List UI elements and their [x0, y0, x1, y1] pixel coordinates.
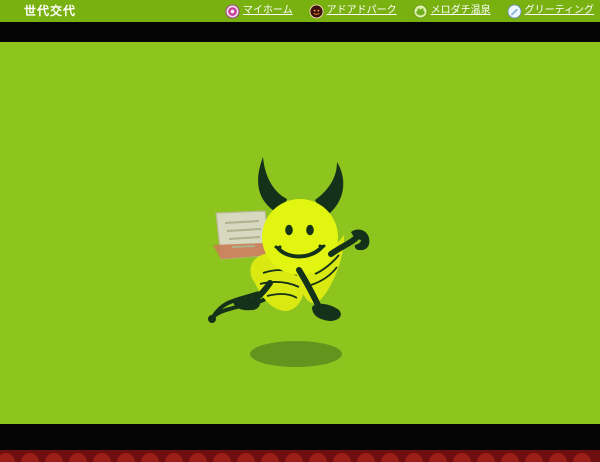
stage-edge-pattern: [0, 450, 600, 462]
page-title: 世代交代: [24, 4, 77, 18]
top-header: 世代交代 マイホーム アドアドパーク メロダチ温泉 グリーティング: [0, 0, 600, 22]
bottom-black-bar: [0, 424, 600, 450]
nav-item-adopark[interactable]: アドアドパーク: [309, 3, 397, 19]
onsen-frog-icon: [413, 3, 428, 19]
nav-label-greeting: グリーティング: [524, 5, 594, 16]
nav-label-merodachi-onsen: メロダチ温泉: [430, 5, 491, 16]
nav-item-my-home[interactable]: マイホーム: [225, 3, 293, 19]
park-face-icon: [309, 3, 324, 19]
home-face-icon: [225, 3, 240, 19]
nav-label-adopark: アドアドパーク: [326, 5, 397, 16]
nav-item-greeting[interactable]: グリーティング: [507, 3, 594, 19]
top-black-bar: [0, 22, 600, 42]
app-window: 世代交代 マイホーム アドアドパーク メロダチ温泉 グリーティング: [0, 0, 600, 462]
top-navigation: マイホーム アドアドパーク メロダチ温泉 グリーティング: [225, 2, 594, 20]
mascot-character: [208, 157, 370, 323]
nav-label-my-home: マイホーム: [242, 5, 293, 16]
mascot-head: [262, 199, 338, 275]
mascot-shadow: [250, 341, 342, 367]
greeting-card-icon: [507, 3, 522, 19]
nav-item-merodachi-onsen[interactable]: メロダチ温泉: [413, 3, 491, 19]
